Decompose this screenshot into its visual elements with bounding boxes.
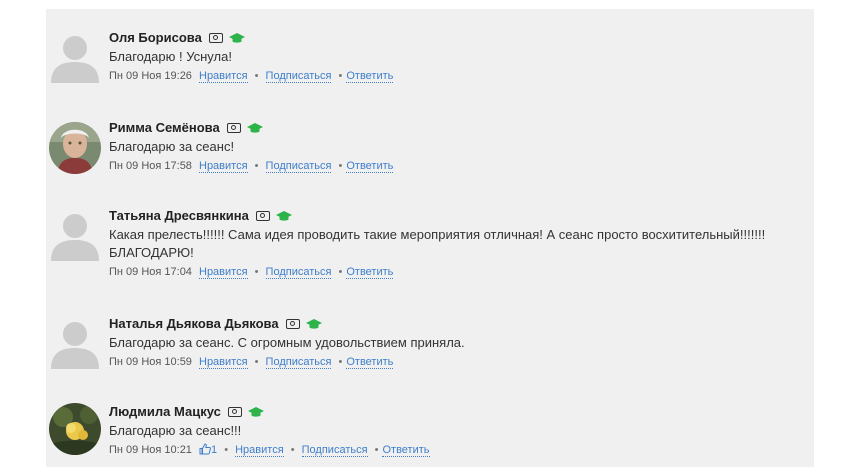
avatar[interactable] (49, 122, 101, 174)
separator-dot: • (338, 356, 343, 368)
reply-link[interactable]: Ответить (346, 70, 394, 83)
id-badge-icon (286, 319, 301, 329)
separator-dot: • (224, 444, 229, 456)
comment-author[interactable]: Наталья Дьякова Дьякова (109, 316, 279, 331)
comment-text: Благодарю ! Уснула! (109, 49, 232, 64)
separator-dot: • (338, 70, 343, 82)
subscribe-link[interactable]: Подписаться (301, 444, 368, 457)
id-badge-icon (256, 211, 271, 221)
subscribe-link[interactable]: Подписаться (265, 266, 332, 279)
separator-dot: • (338, 266, 343, 278)
subscribe-link[interactable]: Подписаться (265, 160, 332, 173)
id-badge-icon (227, 123, 242, 133)
graduation-cap-icon (228, 33, 245, 43)
avatar[interactable] (49, 403, 101, 455)
user-placeholder-icon[interactable] (49, 317, 101, 369)
comment-meta: Пн 09 Ноя 17:04 Нравится • Подписаться •… (109, 264, 810, 280)
comment-text: Благодарю за сеанс! (109, 139, 235, 154)
graduation-cap-icon (275, 211, 292, 221)
graduation-cap-icon (305, 319, 322, 329)
like-link[interactable]: Нравится (199, 70, 248, 83)
id-badge-icon (228, 407, 243, 417)
like-link[interactable]: Нравится (199, 160, 248, 173)
comment-text: Благодарю за сеанс. С огромным удовольст… (109, 335, 465, 350)
reply-link[interactable]: Ответить (382, 444, 430, 457)
comment-meta: Пн 09 Ноя 10:21 1 • Нравится • Подписать… (109, 442, 810, 458)
separator-dot: • (254, 356, 259, 368)
comment-author[interactable]: Оля Борисова (109, 30, 202, 45)
thumbs-up-icon (199, 443, 211, 455)
separator-dot: • (290, 444, 295, 456)
like-count-value: 1 (211, 444, 218, 456)
like-link[interactable]: Нравится (235, 444, 284, 457)
separator-dot: • (374, 444, 379, 456)
comments-panel: Оля Борисова Благодарю ! Уснула! Пн 09 Н… (46, 9, 814, 467)
id-badge-icon (209, 33, 224, 43)
separator-dot: • (254, 70, 259, 82)
subscribe-link[interactable]: Подписаться (265, 356, 332, 369)
separator-dot: • (254, 160, 259, 172)
comment-author[interactable]: Татьяна Дресвянкина (109, 208, 249, 223)
like-link[interactable]: Нравится (199, 356, 248, 369)
comment-author[interactable]: Людмила Мацкус (109, 404, 221, 419)
user-placeholder-icon[interactable] (49, 209, 101, 261)
user-placeholder-icon[interactable] (49, 31, 101, 83)
comment-text: Какая прелесть!!!!!! Сама идея проводить… (109, 227, 766, 260)
like-counter[interactable]: 1 (199, 443, 220, 456)
reply-link[interactable]: Ответить (346, 160, 394, 173)
subscribe-link[interactable]: Подписаться (265, 70, 332, 83)
reply-link[interactable]: Ответить (346, 266, 394, 279)
like-link[interactable]: Нравится (199, 266, 248, 279)
comment-meta: Пн 09 Ноя 10:59 Нравится • Подписаться •… (109, 354, 810, 370)
comment-time: Пн 09 Ноя 10:59 (109, 356, 192, 368)
reply-link[interactable]: Ответить (346, 356, 394, 369)
comment-time: Пн 09 Ноя 10:21 (109, 444, 192, 456)
comment-meta: Пн 09 Ноя 17:58 Нравится • Подписаться •… (109, 158, 810, 174)
comment-time: Пн 09 Ноя 17:58 (109, 160, 192, 172)
comment-time: Пн 09 Ноя 17:04 (109, 266, 192, 278)
graduation-cap-icon (246, 123, 263, 133)
comment-author[interactable]: Римма Семёнова (109, 120, 220, 135)
separator-dot: • (338, 160, 343, 172)
comment-text: Благодарю за сеанс!!! (109, 423, 242, 438)
comment-time: Пн 09 Ноя 19:26 (109, 70, 192, 82)
comment-meta: Пн 09 Ноя 19:26 Нравится • Подписаться •… (109, 68, 810, 84)
graduation-cap-icon (247, 407, 264, 417)
separator-dot: • (254, 266, 259, 278)
